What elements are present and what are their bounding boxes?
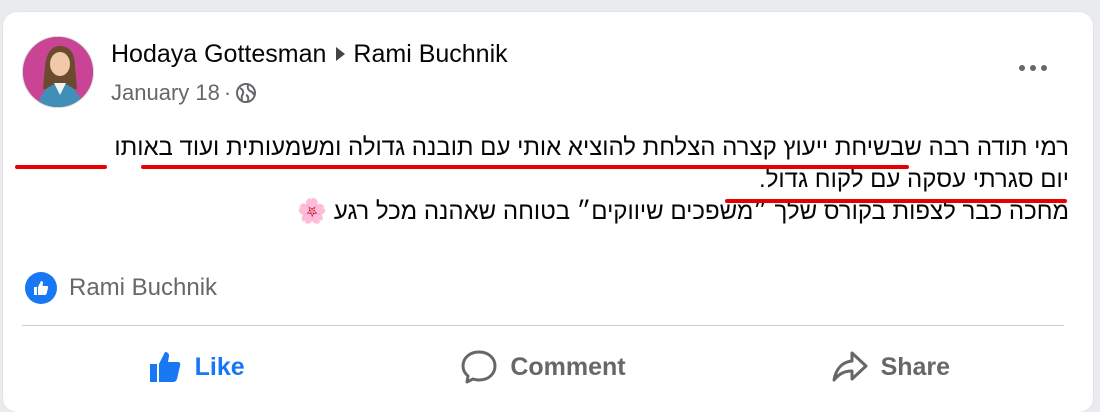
- highlight-underline: [725, 199, 1067, 203]
- share-button[interactable]: Share: [717, 336, 1064, 398]
- recipient-name[interactable]: Rami Buchnik: [353, 40, 507, 69]
- reactions-summary[interactable]: Rami Buchnik: [25, 270, 217, 306]
- post-meta: January 18 ·: [111, 79, 257, 107]
- author-avatar[interactable]: [22, 36, 94, 108]
- avatar-photo: [23, 37, 93, 107]
- comment-label: Comment: [510, 352, 626, 381]
- arrow-right-icon: [336, 47, 346, 61]
- post-text-line-1: רמי תודה רבה שבשיחת ייעוץ קצרה הצלחת להו…: [114, 134, 1069, 161]
- more-options-icon[interactable]: [1011, 56, 1055, 80]
- author-name[interactable]: Hodaya Gottesman: [111, 40, 326, 69]
- comment-icon: [461, 350, 497, 384]
- post-text: רמי תודה רבה שבשיחת ייעוץ קצרה הצלחת להו…: [17, 132, 1069, 228]
- like-label: Like: [194, 352, 245, 381]
- comment-button[interactable]: Comment: [369, 336, 716, 398]
- share-label: Share: [880, 352, 951, 381]
- highlight-underline: [141, 165, 909, 169]
- post-actions-bar: Like Comment Share: [22, 336, 1064, 398]
- cherry-blossom-emoji: 🌸: [297, 198, 328, 225]
- reactions-names: Rami Buchnik: [69, 274, 218, 301]
- like-button[interactable]: Like: [22, 336, 369, 398]
- actions-divider: [22, 325, 1064, 326]
- post-header-names: Hodaya Gottesman Rami Buchnik: [111, 38, 508, 70]
- share-icon: [832, 351, 868, 382]
- thumbs-up-icon: [149, 352, 180, 382]
- meta-separator: ·: [223, 80, 232, 105]
- post-card: Hodaya Gottesman Rami Buchnik January 18…: [3, 12, 1093, 412]
- highlight-underline: [15, 165, 107, 169]
- globe-icon: [236, 83, 257, 103]
- post-date[interactable]: January 18: [111, 80, 220, 106]
- like-reaction-icon: [25, 272, 57, 304]
